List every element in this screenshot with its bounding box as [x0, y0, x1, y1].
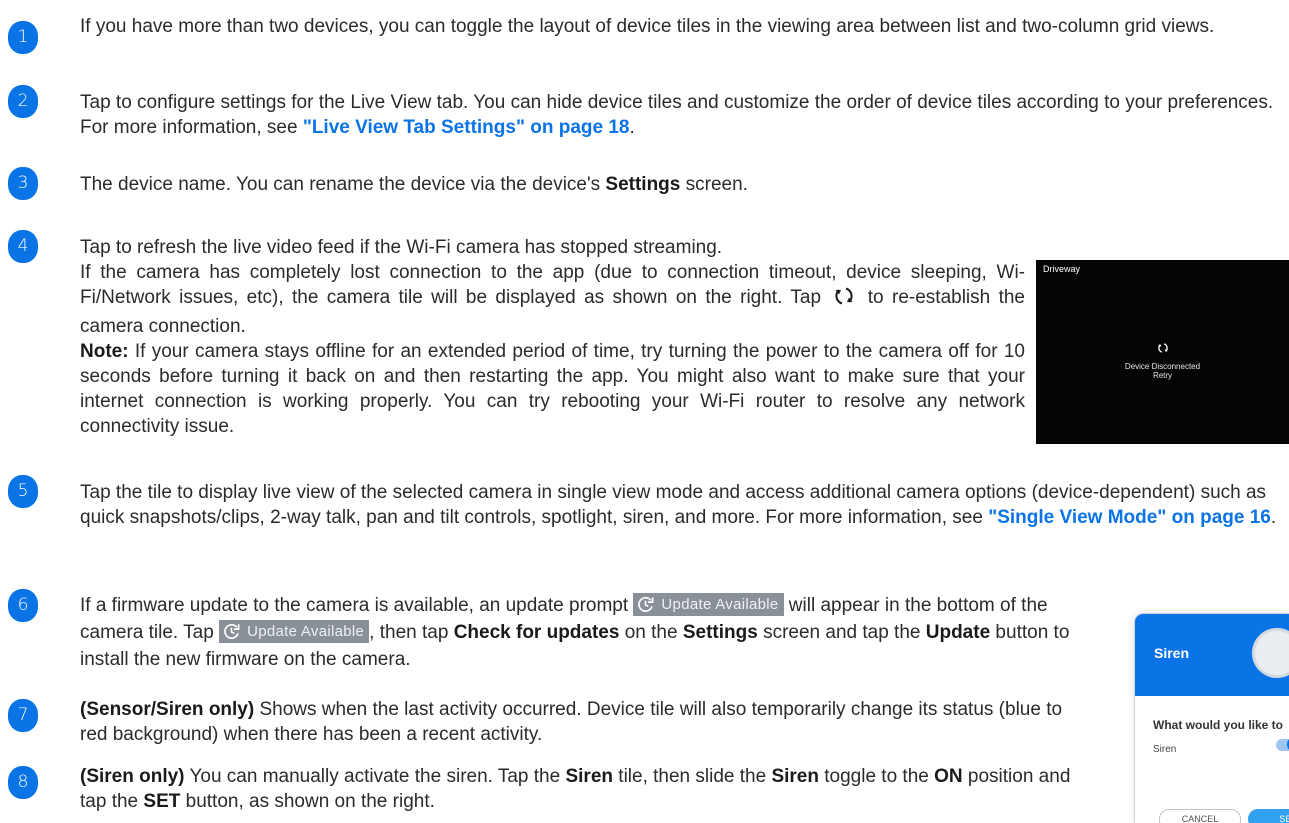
step-badge-7: 7 [8, 699, 38, 732]
refresh-icon [833, 285, 855, 314]
step-badge-4: 4 [8, 230, 38, 263]
item-6-text: If a firmware update to the camera is av… [80, 592, 1080, 673]
siren-toggle-text: Siren [1153, 744, 1177, 755]
item-5-end: . [1270, 507, 1277, 528]
siren-tile-label: Siren [565, 766, 614, 787]
item-2-body: Tap to configure settings for the Live V… [80, 92, 1274, 138]
item-5-text: Tap the tile to display live view of the… [80, 480, 1289, 530]
item-1-body: If you have more than two devices, you c… [80, 16, 1215, 37]
item-8-c: toggle to the [818, 766, 935, 787]
retry-icon[interactable] [1036, 342, 1289, 356]
item-4-text: Tap to refresh the live video feed if th… [80, 235, 1025, 439]
update-icon [224, 623, 240, 639]
sensor-siren-only-label: (Sensor/Siren only) [80, 699, 255, 720]
item-2-end: . [629, 117, 635, 138]
siren-only-label: (Siren only) [80, 766, 185, 787]
item-8-b: tile, then slide the [613, 766, 772, 787]
item-4-paragraph: If the camera has completely lost connec… [80, 260, 1025, 339]
item-7-text: (Sensor/Siren only) Shows when the last … [80, 697, 1080, 747]
step-badge-3: 3 [8, 167, 38, 200]
item-6-e: screen and tap the [757, 622, 926, 643]
update-label: Update [925, 622, 991, 643]
update-icon [638, 596, 654, 612]
item-3-settings: Settings [605, 174, 681, 195]
item-1-text: If you have more than two devices, you c… [80, 14, 1280, 39]
update-available-label-2: Update Available [247, 623, 365, 640]
item-8-a: You can manually activate the siren. Tap… [184, 766, 566, 787]
item-3-end: screen. [680, 174, 748, 195]
step-badge-5: 5 [8, 475, 38, 508]
live-view-tab-settings-link[interactable]: "Live View Tab Settings" on page 18 [303, 117, 630, 138]
item-8-text: (Siren only) You can manually activate t… [80, 764, 1080, 814]
note-label: Note: [80, 341, 129, 362]
update-available-badge[interactable]: Update Available [633, 593, 784, 616]
siren-dialog-header: Siren [1135, 614, 1289, 696]
settings-label: Settings [682, 622, 758, 643]
cancel-button[interactable]: CANCEL [1159, 809, 1241, 823]
step-badge-8: 8 [8, 766, 38, 799]
item-6-a: If a firmware update to the camera is av… [80, 595, 634, 616]
set-button[interactable]: SET [1248, 809, 1289, 823]
step-badge-6: 6 [8, 589, 38, 622]
item-4-line1: Tap to refresh the live video feed if th… [80, 237, 723, 258]
camera-tile-status: Device Disconnected Retry [1036, 342, 1289, 380]
item-8-e: button, as shown on the right. [180, 791, 435, 812]
item-4-note: Note: If your camera stays offline for a… [80, 339, 1025, 439]
note-text: If your camera stays offline for an exte… [80, 341, 1025, 437]
step-badge-2: 2 [8, 85, 38, 118]
check-for-updates-label: Check for updates [453, 622, 620, 643]
siren-dialog-title: Siren [1154, 645, 1190, 661]
item-2-text: Tap to configure settings for the Live V… [80, 90, 1280, 140]
device-disconnected-label: Device Disconnected [1124, 362, 1201, 371]
siren-dialog-question: What would you like to [1153, 718, 1283, 732]
update-available-badge-2[interactable]: Update Available [219, 620, 370, 643]
camera-tile-title: Driveway [1043, 264, 1081, 274]
siren-toggle-label: Siren [771, 766, 819, 787]
update-available-label: Update Available [661, 596, 779, 613]
item-3-body: The device name. You can rename the devi… [80, 174, 606, 195]
on-label: ON [934, 766, 963, 787]
siren-toggle[interactable] [1276, 737, 1289, 752]
camera-tile-disconnected: Driveway Device Disconnected Retry [1036, 260, 1289, 444]
item-6-c: , then tap [369, 622, 454, 643]
siren-device-icon [1252, 628, 1289, 678]
single-view-mode-link[interactable]: "Single View Mode" on page 16 [988, 507, 1271, 528]
item-3-text: The device name. You can rename the devi… [80, 172, 1280, 197]
step-badge-1: 1 [8, 21, 38, 54]
item-6-d: on the [619, 622, 683, 643]
set-label: SET [143, 791, 181, 812]
retry-link[interactable]: Retry [1036, 371, 1289, 380]
siren-dialog: Siren What would you like to Siren CANCE… [1135, 614, 1289, 823]
